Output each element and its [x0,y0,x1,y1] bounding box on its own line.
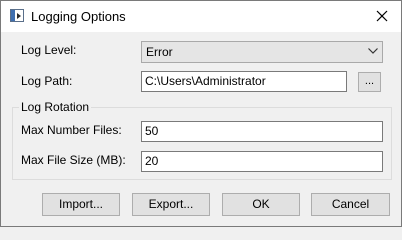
logging-options-dialog: Logging Options Log Level: Error Log Pat… [0,0,402,227]
log-level-value: Error [146,45,173,59]
cancel-button[interactable]: Cancel [311,193,390,216]
log-level-select[interactable]: Error [141,41,383,63]
max-size-value: 20 [145,154,159,168]
close-icon [376,10,388,22]
max-files-input[interactable]: 50 [141,121,383,142]
log-path-value: C:\Users\Administrator [145,74,266,88]
log-path-label: Log Path: [21,74,73,88]
browse-button[interactable]: ... [358,72,381,92]
chevron-down-icon [368,48,378,54]
log-path-input[interactable]: C:\Users\Administrator [141,71,347,92]
log-rotation-title: Log Rotation [19,100,92,114]
window-title: Logging Options [31,9,126,24]
app-icon [10,9,24,22]
ok-button[interactable]: OK [222,193,300,216]
max-files-label: Max Number Files: [21,123,122,137]
export-button[interactable]: Export... [132,193,210,216]
max-size-input[interactable]: 20 [141,151,383,172]
log-level-label: Log Level: [21,43,77,57]
title-bar: Logging Options [1,1,401,32]
max-size-label: Max File Size (MB): [21,153,126,167]
max-files-value: 50 [145,124,159,138]
close-button[interactable] [369,5,395,27]
import-button[interactable]: Import... [42,193,120,216]
